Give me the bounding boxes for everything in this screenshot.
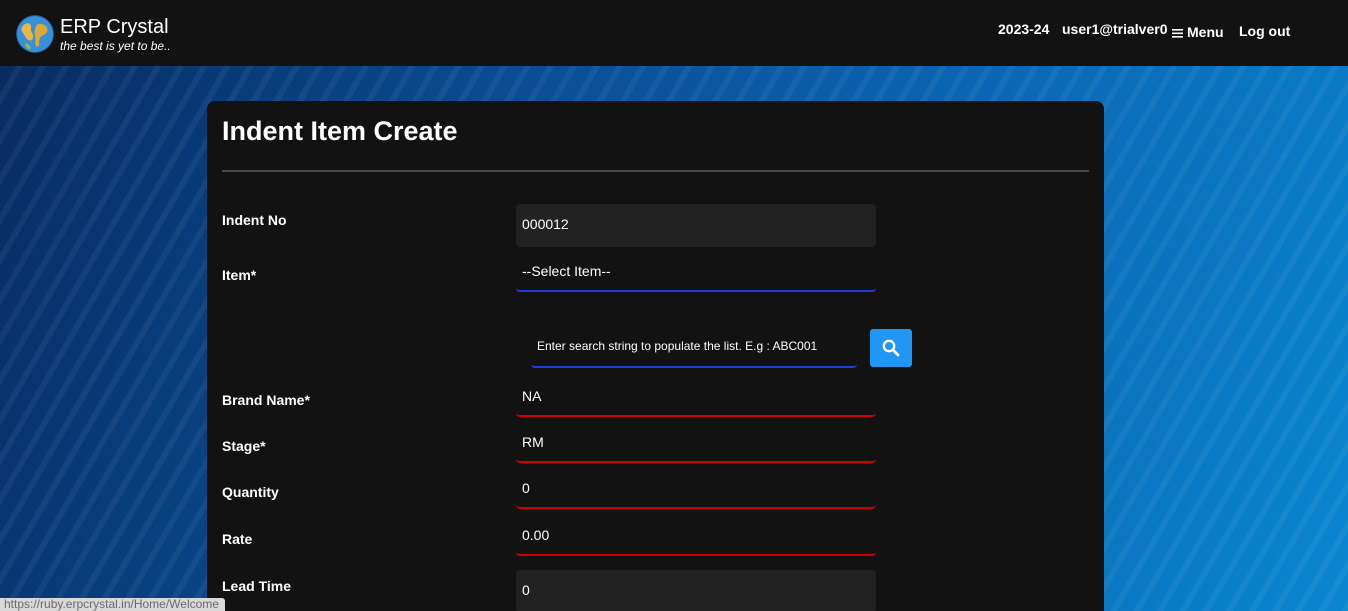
- indent-item-form-card: Indent Item Create Indent No 000012 Item…: [207, 101, 1104, 611]
- top-navbar: ERP Crystal the best is yet to be.. 2023…: [0, 0, 1348, 66]
- lead-time-label: Lead Time: [222, 578, 291, 594]
- rate-field[interactable]: 0.00: [516, 515, 876, 556]
- stage-field[interactable]: RM: [516, 422, 876, 463]
- quantity-field[interactable]: 0: [516, 468, 876, 509]
- brand-name-label: Brand Name*: [222, 392, 310, 408]
- lead-time-field[interactable]: 0: [516, 570, 876, 611]
- status-bar-url: https://ruby.erpcrystal.in/Home/Welcome: [0, 598, 225, 611]
- username[interactable]: user1@trialver0: [1062, 20, 1168, 38]
- item-search-input[interactable]: Enter search string to populate the list…: [531, 326, 857, 368]
- item-select[interactable]: --Select Item--: [516, 251, 876, 292]
- logout-link[interactable]: Log out: [1239, 22, 1290, 40]
- rate-label: Rate: [222, 531, 253, 547]
- search-icon: [882, 339, 900, 357]
- financial-year[interactable]: 2023-24: [998, 20, 1049, 38]
- globe-icon: [16, 15, 54, 53]
- menu-button[interactable]: Menu: [1172, 23, 1224, 42]
- menu-label: Menu: [1187, 24, 1224, 40]
- search-button[interactable]: [870, 329, 912, 367]
- brand-name-field[interactable]: NA: [516, 376, 876, 417]
- indent-no-field[interactable]: 000012: [516, 204, 876, 247]
- stage-label: Stage*: [222, 438, 266, 454]
- page-title: Indent Item Create: [222, 116, 458, 146]
- indent-no-label: Indent No: [222, 212, 287, 228]
- hamburger-icon: [1172, 24, 1183, 42]
- item-label: Item*: [222, 267, 257, 283]
- brand-title[interactable]: ERP Crystal: [60, 15, 169, 39]
- quantity-label: Quantity: [222, 484, 279, 500]
- title-divider: [222, 170, 1089, 172]
- brand-tagline: the best is yet to be..: [60, 39, 171, 53]
